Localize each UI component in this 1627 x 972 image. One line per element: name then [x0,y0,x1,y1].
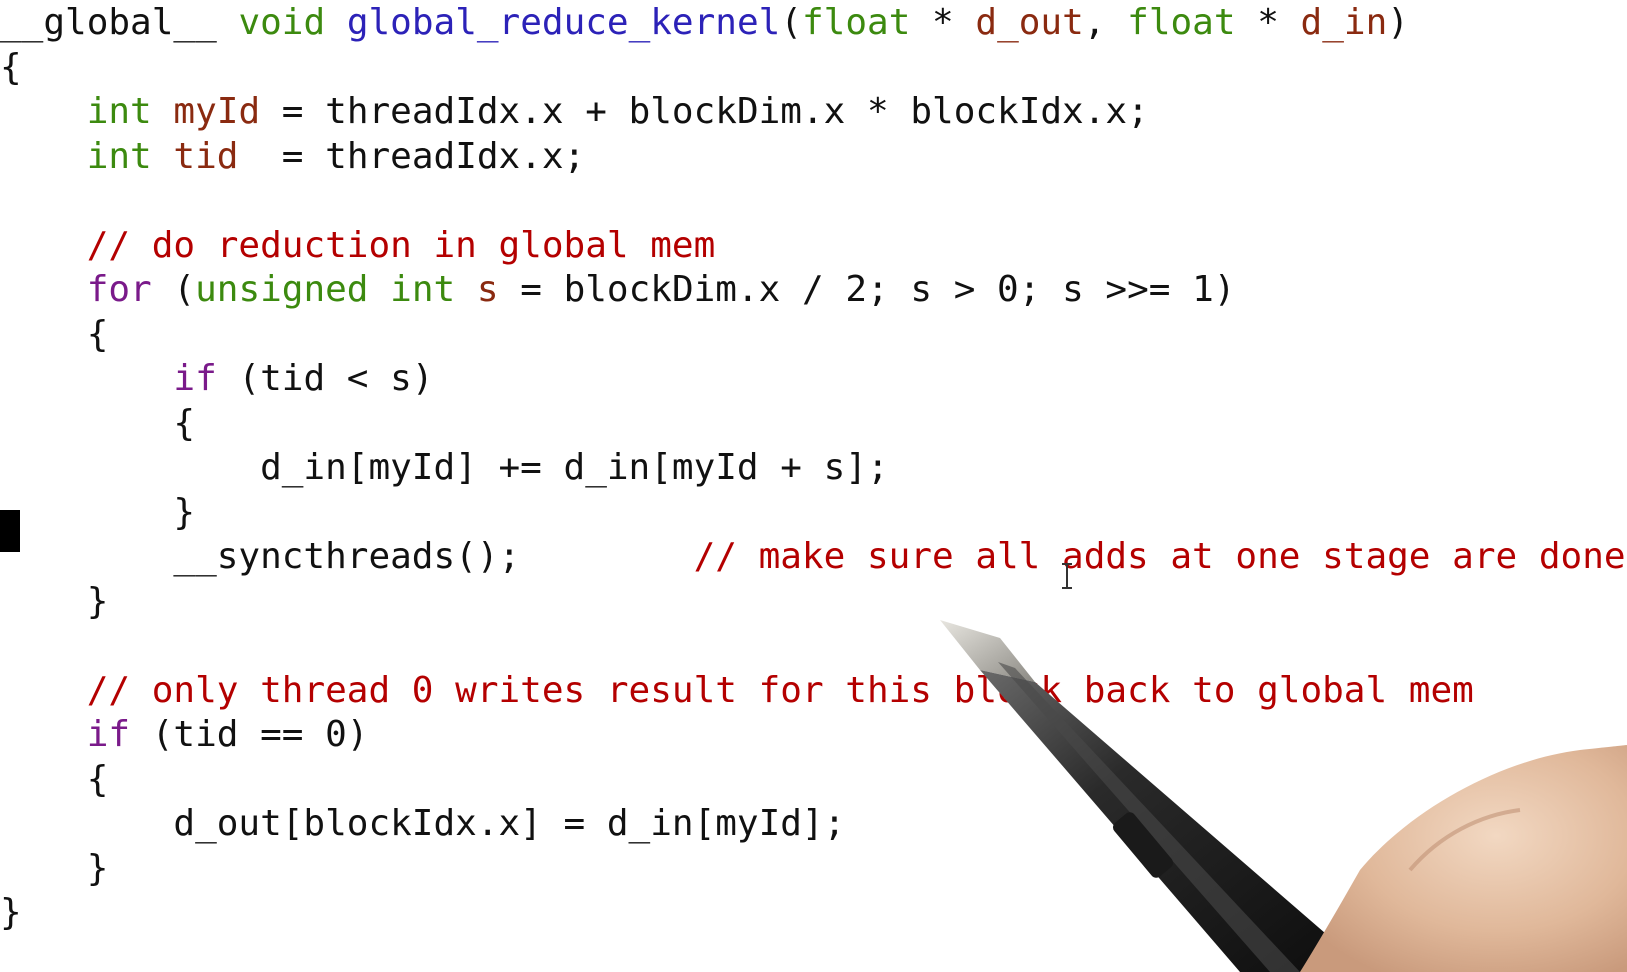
code-token: { [0,402,196,444]
code-token: d_in[myId] += d_in[myId + s]; [0,447,889,488]
code-line: if (tid == 0) [0,712,369,758]
code-line: __global__ void global_reduce_kernel(flo… [0,0,1409,46]
code-token: } [0,847,109,889]
code-line: // do reduction in global mem [0,223,716,269]
code-token: unsigned int [195,269,456,310]
code-token: tid [173,135,239,177]
code-token: } [0,580,109,622]
code-token: if [86,714,131,755]
code-line: if (tid < s) [0,356,434,402]
code-token: float [802,2,911,43]
code-token: ) [1387,2,1409,43]
code-line: for (unsigned int s = blockDim.x / 2; s … [0,267,1236,313]
code-line: } [0,579,109,625]
code-line: __syncthreads(); // make sure all adds a… [0,534,1627,580]
code-token: , [1083,2,1128,43]
code-token: myId [173,91,261,132]
code-token: ( [151,269,196,310]
code-token: } [0,491,196,533]
code-token: { [0,46,22,88]
code-line: int tid = threadIdx.x; [0,134,586,180]
code-token: * [1235,2,1301,43]
code-token: ( [780,2,802,43]
code-token: = blockDim.x / 2; s > 0; s >>= 1) [498,269,1236,310]
code-line: d_out[blockIdx.x] = d_in[myId]; [0,801,845,847]
code-token: int [86,91,152,132]
code-line: int myId = threadIdx.x + blockDim.x * bl… [0,89,1149,135]
code-line: } [0,890,22,936]
code-token: = threadIdx.x; [238,135,586,177]
code-token: { [0,313,109,355]
code-token: float [1127,2,1236,43]
code-line: } [0,846,109,892]
code-line: { [0,757,109,803]
code-comment: // only thread 0 writes result for this … [86,669,1474,711]
code-token: int [86,135,152,177]
code-token: d_out [975,2,1084,43]
code-comment: // do reduction in global mem [86,224,716,266]
code-token: (tid == 0) [130,714,369,755]
code-comment: // make sure all adds at one stage are d… [693,536,1627,577]
code-line: { [0,45,22,91]
code-token: if [173,358,217,399]
code-token: s [476,269,499,310]
code-token: __global__ [0,2,217,43]
code-line: } [0,490,195,536]
code-token: d_in [1300,2,1388,43]
code-token: = threadIdx.x + blockDim.x * blockIdx.x; [260,91,1149,132]
code-token: __syncthreads(); [0,536,694,577]
code-token: { [0,758,109,800]
code-line: { [0,401,195,447]
code-token: (tid < s) [216,358,434,399]
code-token: * [910,2,976,43]
code-token: d_out[blockIdx.x] = d_in[myId]; [0,803,846,844]
code-token: for [86,269,152,310]
code-editor[interactable]: __global__ void global_reduce_kernel(flo… [0,0,1627,972]
code-line: d_in[myId] += d_in[myId + s]; [0,445,889,491]
code-token: global_reduce_kernel [346,2,781,43]
code-line: // only thread 0 writes result for this … [0,668,1474,714]
code-token: void [238,2,326,43]
line-marker-icon [0,510,20,552]
code-token: } [0,892,22,933]
text-cursor-icon [1062,563,1072,589]
code-line: { [0,312,109,358]
